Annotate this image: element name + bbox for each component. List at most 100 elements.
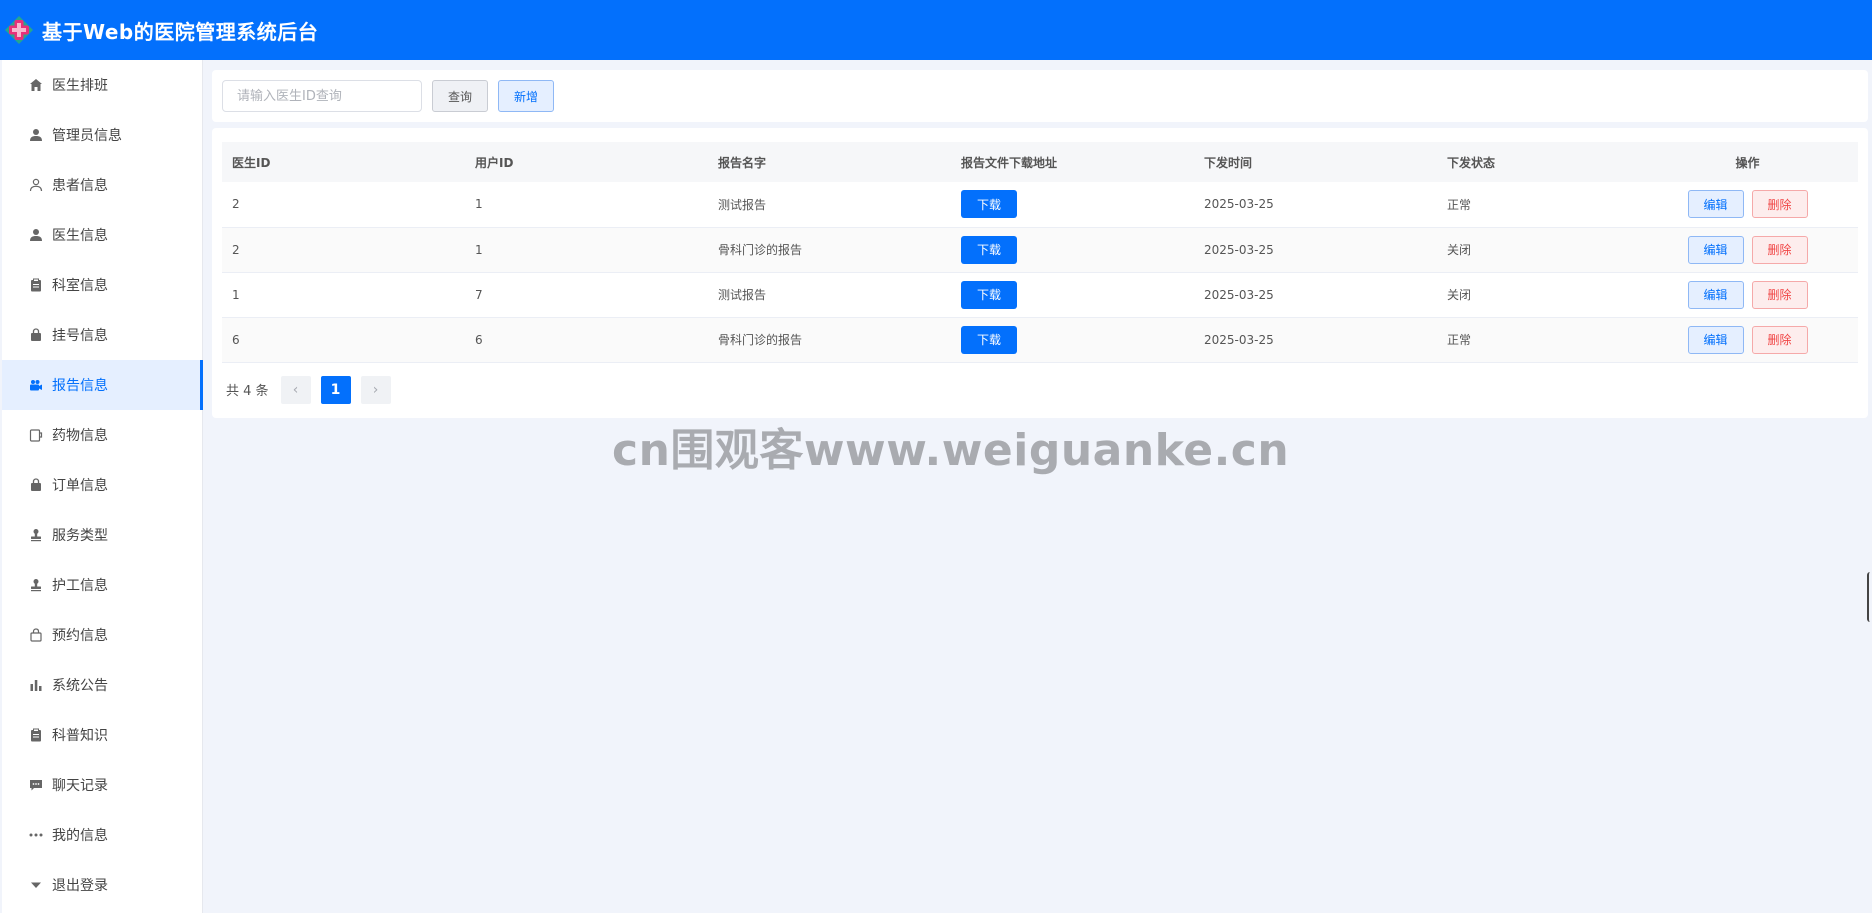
cell-actions: 编辑 删除 [1637, 182, 1858, 228]
top-header: 基于Web的医院管理系统后台 [0, 0, 1872, 60]
sidebar-item-patient-info[interactable]: 患者信息 [2, 160, 202, 210]
cell-doctor-id: 6 [222, 317, 465, 363]
edit-button[interactable]: 编辑 [1687, 280, 1744, 309]
edit-button[interactable]: 编辑 [1687, 235, 1744, 264]
sidebar-item-order-info[interactable]: 订单信息 [2, 460, 202, 510]
sidebar-item-label: 患者信息 [52, 178, 108, 194]
table-row: 6 6 骨科门诊的报告 下载 2025-03-25 正常 编辑 删除 [222, 317, 1858, 363]
download-button[interactable]: 下载 [961, 190, 1018, 219]
pagination: 共 4 条 ‹ 1 › [222, 375, 1858, 405]
delete-button[interactable]: 删除 [1751, 190, 1808, 219]
cell-issue-time: 2025-03-25 [1194, 317, 1437, 363]
cell-download: 下载 [951, 272, 1194, 318]
sidebar-item-label: 药物信息 [52, 428, 108, 444]
sidebar-item-my-info[interactable]: 我的信息 [2, 810, 202, 860]
cell-report-name: 测试报告 [708, 272, 951, 318]
doctor-id-search-input[interactable] [222, 80, 422, 112]
sidebar-item-system-notice[interactable]: 系统公告 [2, 660, 202, 710]
cell-issue-time: 2025-03-25 [1194, 272, 1437, 318]
sidebar-item-registration-info[interactable]: 挂号信息 [2, 310, 202, 360]
table-row: 1 7 测试报告 下载 2025-03-25 关闭 编辑 删除 [222, 272, 1858, 318]
home-icon [26, 75, 46, 95]
sidebar-item-label: 我的信息 [52, 828, 108, 844]
cell-actions: 编辑 删除 [1637, 227, 1858, 273]
sidebar-item-label: 科室信息 [52, 278, 108, 294]
cell-issue-time: 2025-03-25 [1194, 182, 1437, 228]
table-header-row: 医生ID 用户ID 报告名字 报告文件下载地址 下发时间 下发状态 操作 [222, 142, 1858, 182]
sidebar-item-service-type[interactable]: 服务类型 [2, 510, 202, 560]
app-title: 基于Web的医院管理系统后台 [42, 19, 319, 44]
sidebar-item-label: 预约信息 [52, 628, 108, 644]
site-watermark: cn围观客www.weiguanke.cn [612, 425, 1290, 476]
column-header-actions: 操作 [1637, 142, 1858, 182]
sidebar-item-caregiver-info[interactable]: 护工信息 [2, 560, 202, 610]
cell-doctor-id: 1 [222, 272, 465, 318]
cell-actions: 编辑 删除 [1637, 272, 1858, 318]
edit-button[interactable]: 编辑 [1687, 190, 1744, 219]
download-button[interactable]: 下载 [961, 235, 1018, 264]
column-header-issue-status: 下发状态 [1437, 142, 1637, 182]
sidebar-item-label: 医生排班 [52, 78, 108, 94]
cell-report-name: 骨科门诊的报告 [708, 227, 951, 273]
bar-chart-icon [26, 675, 46, 695]
cell-issue-status: 正常 [1437, 182, 1637, 228]
sidebar-item-label: 护工信息 [52, 578, 108, 594]
clipboard-icon [26, 275, 46, 295]
stamp-icon [26, 575, 46, 595]
sidebar-item-label: 挂号信息 [52, 328, 108, 344]
download-button[interactable]: 下载 [961, 280, 1018, 309]
cell-user-id: 6 [465, 317, 708, 363]
column-header-issue-time: 下发时间 [1194, 142, 1437, 182]
caret-down-icon [26, 875, 46, 895]
cup-icon [26, 425, 46, 445]
delete-button[interactable]: 删除 [1751, 235, 1808, 264]
edit-button[interactable]: 编辑 [1687, 325, 1744, 354]
cell-issue-time: 2025-03-25 [1194, 227, 1437, 273]
cell-report-name: 骨科门诊的报告 [708, 317, 951, 363]
clipboard-icon [26, 725, 46, 745]
sidebar-item-appointment-info[interactable]: 预约信息 [2, 610, 202, 660]
sidebar-item-report-info[interactable]: 报告信息 [2, 360, 203, 410]
bag-icon [26, 475, 46, 495]
sidebar-item-department-info[interactable]: 科室信息 [2, 260, 202, 310]
sidebar-item-science-knowledge[interactable]: 科普知识 [2, 710, 202, 760]
cell-doctor-id: 2 [222, 227, 465, 273]
sidebar-item-chat-records[interactable]: 聊天记录 [2, 760, 202, 810]
cell-user-id: 1 [465, 227, 708, 273]
prev-page-button[interactable]: ‹ [280, 375, 311, 404]
stamp-icon [26, 525, 46, 545]
sidebar-item-label: 订单信息 [52, 478, 108, 494]
download-button[interactable]: 下载 [961, 325, 1018, 354]
column-header-doctor-id: 医生ID [222, 142, 465, 182]
chat-icon [26, 775, 46, 795]
add-button[interactable]: 新增 [498, 80, 555, 112]
pagination-total: 共 4 条 [226, 384, 269, 399]
user-outline-icon [26, 175, 46, 195]
bag-icon [26, 325, 46, 345]
delete-button[interactable]: 删除 [1751, 280, 1808, 309]
report-table: 医生ID 用户ID 报告名字 报告文件下载地址 下发时间 下发状态 操作 2 1… [222, 142, 1858, 363]
hospital-cross-logo-icon [4, 15, 34, 45]
sidebar-item-label: 聊天记录 [52, 778, 108, 794]
cell-download: 下载 [951, 317, 1194, 363]
sidebar-item-label: 退出登录 [52, 878, 108, 894]
cell-download: 下载 [951, 227, 1194, 273]
cell-issue-status: 关闭 [1437, 272, 1637, 318]
next-page-button[interactable]: › [360, 375, 391, 404]
delete-button[interactable]: 删除 [1751, 325, 1808, 354]
sidebar-item-medicine-info[interactable]: 药物信息 [2, 410, 202, 460]
table-row: 2 1 测试报告 下载 2025-03-25 正常 编辑 删除 [222, 182, 1858, 228]
sidebar-item-label: 医生信息 [52, 228, 108, 244]
cell-doctor-id: 2 [222, 182, 465, 228]
query-button[interactable]: 查询 [432, 80, 489, 112]
sidebar-item-logout[interactable]: 退出登录 [2, 860, 202, 910]
page-number-button[interactable]: 1 [320, 375, 351, 404]
sidebar-item-doctor-info[interactable]: 医生信息 [2, 210, 202, 260]
user-icon [26, 225, 46, 245]
sidebar-item-doctor-schedule[interactable]: 医生排班 [2, 60, 202, 110]
cell-actions: 编辑 删除 [1637, 317, 1858, 363]
sidebar-item-admin-info[interactable]: 管理员信息 [2, 110, 202, 160]
edge-handle [1867, 572, 1872, 622]
shopping-bag-icon [26, 625, 46, 645]
cell-user-id: 7 [465, 272, 708, 318]
